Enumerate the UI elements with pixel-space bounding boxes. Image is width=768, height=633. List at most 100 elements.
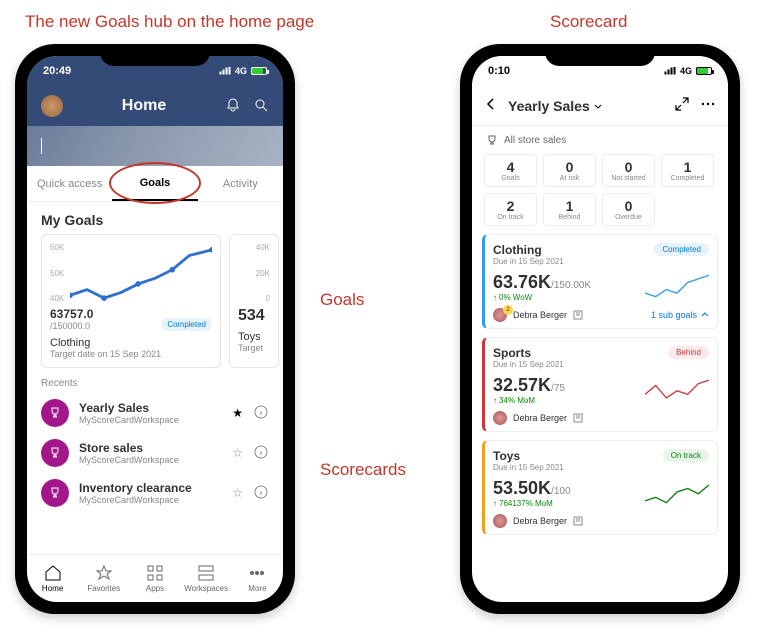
kpi-tile[interactable]: 4Goals xyxy=(484,154,537,187)
recent-workspace: MyScoreCardWorkspace xyxy=(79,415,222,425)
status-time: 20:49 xyxy=(43,65,71,77)
trophy-icon xyxy=(41,399,69,427)
search-icon[interactable] xyxy=(253,97,269,116)
goal-date: Target xyxy=(238,343,270,353)
kpi-label: Completed xyxy=(664,175,711,182)
scorecard-title[interactable]: Yearly Sales xyxy=(508,98,664,114)
recent-name: Yearly Sales xyxy=(79,401,222,415)
tabs: Quick access Goals Activity xyxy=(27,166,283,202)
recent-workspace: MyScoreCardWorkspace xyxy=(79,455,222,465)
goal-target: /150.00K xyxy=(551,280,591,291)
breadcrumb[interactable]: All store sales xyxy=(472,126,728,154)
phone-scorecard: 0:10 4G Yearly Sales All store sales 4Go… xyxy=(460,44,740,614)
nav-more[interactable]: More xyxy=(232,555,283,602)
kpi-tile[interactable]: 1Behind xyxy=(543,193,596,226)
star-icon[interactable]: ☆ xyxy=(232,486,243,500)
avatar[interactable] xyxy=(41,95,63,117)
goal-date: Target date on 15 Sep 2021 xyxy=(50,349,212,359)
nav-workspaces[interactable]: Workspaces xyxy=(181,555,232,602)
kpi-value: 1 xyxy=(664,159,711,175)
goal-sparkline: 40K20K0 xyxy=(238,243,270,303)
goal-row[interactable]: SportsDue in 15 Sep 202132.57K/75↑ 34% M… xyxy=(482,337,718,432)
banner-image xyxy=(27,126,283,166)
goals-carousel[interactable]: 60K50K40K 63757.0 /150000.0 Completed Cl… xyxy=(27,234,283,368)
kpi-label: On track xyxy=(487,214,534,221)
sub-goals-toggle[interactable]: 1 sub goals xyxy=(651,310,709,320)
expand-icon[interactable] xyxy=(674,96,690,115)
info-icon[interactable] xyxy=(253,444,269,463)
goal-name: Toys xyxy=(238,331,270,343)
page-title: Home xyxy=(75,97,213,115)
recents-list: Yearly SalesMyScoreCardWorkspace★Store s… xyxy=(27,393,283,513)
note-icon xyxy=(573,413,583,423)
status-time: 0:10 xyxy=(488,65,510,77)
goal-row[interactable]: ClothingDue in 15 Sep 202163.76K/150.00K… xyxy=(482,234,718,329)
kpi-tile[interactable]: 1Completed xyxy=(661,154,714,187)
kpi-label: Behind xyxy=(546,214,593,221)
recent-workspace: MyScoreCardWorkspace xyxy=(79,495,222,505)
list-item[interactable]: Yearly SalesMyScoreCardWorkspace ★ xyxy=(27,393,283,433)
more-icon[interactable] xyxy=(700,96,716,115)
info-icon[interactable] xyxy=(253,404,269,423)
section-my-goals: My Goals xyxy=(27,202,283,234)
recent-name: Inventory clearance xyxy=(79,481,222,495)
list-item[interactable]: Inventory clearanceMyScoreCardWorkspace ☆ xyxy=(27,473,283,513)
trophy-icon xyxy=(41,479,69,507)
chevron-up-icon xyxy=(701,311,709,319)
star-icon[interactable]: ★ xyxy=(232,406,243,420)
tab-goals[interactable]: Goals xyxy=(112,166,197,201)
annotation-goals-hub: The new Goals hub on the home page xyxy=(25,12,314,32)
kpi-value: 2 xyxy=(487,198,534,214)
nav-home[interactable]: Home xyxy=(27,555,78,602)
status-network: 4G xyxy=(680,66,692,76)
sparkline xyxy=(645,477,709,507)
goal-due: Due in 15 Sep 2021 xyxy=(493,463,709,472)
nav-apps[interactable]: Apps xyxy=(129,555,180,602)
annotation-scorecard: Scorecard xyxy=(550,12,627,32)
kpi-grid: 4Goals0At risk0Not started1Completed2On … xyxy=(472,154,728,234)
kpi-tile[interactable]: 0Not started xyxy=(602,154,655,187)
kpi-tile[interactable]: 0At risk xyxy=(543,154,596,187)
status-network: 4G xyxy=(235,66,247,76)
kpi-label: Overdue xyxy=(605,214,652,221)
nav-favorites[interactable]: Favorites xyxy=(78,555,129,602)
trophy-icon xyxy=(486,134,498,146)
goal-owner: Debra Berger xyxy=(493,411,709,425)
text-cursor xyxy=(41,138,42,154)
kpi-tile[interactable]: 2On track xyxy=(484,193,537,226)
status-badge: Completed xyxy=(161,318,212,331)
recent-name: Store sales xyxy=(79,441,222,455)
status-badge: Completed xyxy=(654,243,709,256)
annotation-goals: Goals xyxy=(320,290,364,310)
app-header: Home xyxy=(27,86,283,126)
goals-list: ClothingDue in 15 Sep 202163.76K/150.00K… xyxy=(472,234,728,535)
annotation-scorecards: Scorecards xyxy=(320,460,406,480)
signal-icon xyxy=(664,67,676,75)
goal-value: 63757.0 xyxy=(50,307,93,321)
goal-card-clothing[interactable]: 60K50K40K 63757.0 /150000.0 Completed Cl… xyxy=(41,234,221,368)
trophy-icon xyxy=(41,439,69,467)
avatar xyxy=(493,411,507,425)
info-icon[interactable] xyxy=(253,484,269,503)
battery-icon xyxy=(251,67,267,75)
tab-quick-access[interactable]: Quick access xyxy=(27,166,112,201)
list-item[interactable]: Store salesMyScoreCardWorkspace ☆ xyxy=(27,433,283,473)
bell-icon[interactable] xyxy=(225,97,241,116)
sparkline xyxy=(645,374,709,404)
kpi-label: At risk xyxy=(546,175,593,182)
recents-title: Recents xyxy=(27,368,283,393)
goal-row[interactable]: ToysDue in 15 Sep 202153.50K/100↑ 764137… xyxy=(482,440,718,535)
goal-owner: Debra Berger xyxy=(493,514,709,528)
kpi-tile[interactable]: 0Overdue xyxy=(602,193,655,226)
kpi-value: 0 xyxy=(605,159,652,175)
notch xyxy=(545,44,655,66)
goal-target: /75 xyxy=(551,383,565,394)
goal-due: Due in 15 Sep 2021 xyxy=(493,360,709,369)
note-icon xyxy=(573,516,583,526)
back-icon[interactable] xyxy=(484,97,498,114)
star-icon[interactable]: ☆ xyxy=(232,446,243,460)
kpi-value: 4 xyxy=(487,159,534,175)
tab-activity[interactable]: Activity xyxy=(198,166,283,201)
avatar xyxy=(493,514,507,528)
goal-card-toys[interactable]: 40K20K0 534 Toys Target xyxy=(229,234,279,368)
